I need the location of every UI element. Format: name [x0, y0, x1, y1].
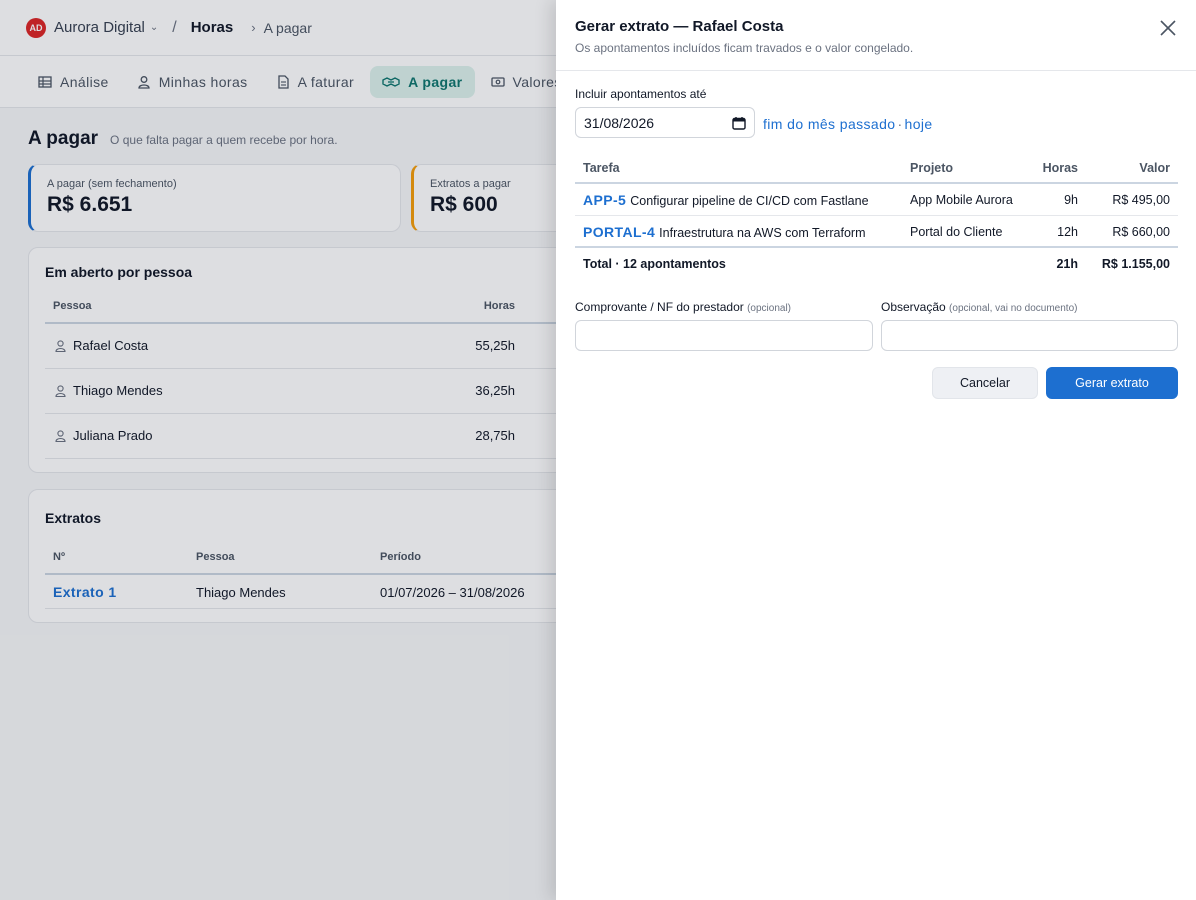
- generate-statement-button[interactable]: Gerar extrato: [1046, 367, 1178, 399]
- close-button[interactable]: [1158, 18, 1178, 38]
- value-cell: R$ 660,00: [1112, 225, 1170, 239]
- receipt-hint: (opcional): [747, 303, 792, 314]
- column-header-hours: Horas: [1042, 161, 1078, 175]
- task-cell: APP-5 Configurar pipeline de CI/CD com Fa…: [583, 184, 869, 217]
- generate-statement-drawer: Gerar extrato — Rafael Costa Os apontame…: [556, 0, 1196, 900]
- entries-table: Tarefa Projeto Horas Valor APP-5 Configur…: [575, 152, 1178, 280]
- table-total-row: Total · 12 apontamentos 21h R$ 1.155,00: [575, 248, 1178, 280]
- notes-label: Observação (opcional, vai no documento): [881, 300, 1077, 314]
- notes-label-text: Observação: [881, 300, 946, 314]
- cancel-button[interactable]: Cancelar: [932, 367, 1038, 399]
- drawer-header: Gerar extrato — Rafael Costa Os apontame…: [556, 0, 1196, 71]
- today-link[interactable]: hoje: [905, 116, 933, 132]
- task-key-link[interactable]: APP-5: [583, 192, 626, 208]
- link-separator: ·: [897, 116, 903, 132]
- calendar-icon[interactable]: [732, 116, 746, 130]
- table-row: APP-5 Configurar pipeline de CI/CD com Fa…: [575, 184, 1178, 216]
- total-value: R$ 1.155,00: [1101, 257, 1170, 271]
- table-header: Tarefa Projeto Horas Valor: [575, 152, 1178, 184]
- project-cell: Portal do Cliente: [910, 225, 1003, 239]
- date-value: 31/08/2026: [584, 114, 655, 131]
- task-cell: PORTAL-4 Infraestrutura na AWS com Terraf…: [583, 216, 866, 249]
- table-row: PORTAL-4 Infraestrutura na AWS com Terraf…: [575, 216, 1178, 248]
- value-cell: R$ 495,00: [1112, 193, 1170, 207]
- total-hours: 21h: [1056, 257, 1078, 271]
- end-of-last-month-link[interactable]: fim do mês passado: [763, 116, 895, 132]
- receipt-label: Comprovante / NF do prestador (opcional): [575, 300, 791, 314]
- column-header-value: Valor: [1139, 161, 1170, 175]
- receipt-input[interactable]: [575, 320, 873, 351]
- column-header-task: Tarefa: [583, 161, 620, 175]
- hours-cell: 9h: [1064, 193, 1078, 207]
- notes-input[interactable]: [881, 320, 1178, 351]
- column-header-project: Projeto: [910, 161, 954, 175]
- total-label: Total · 12 apontamentos: [583, 257, 726, 271]
- task-key-link[interactable]: PORTAL-4: [583, 224, 655, 240]
- project-cell: App Mobile Aurora: [910, 193, 1013, 207]
- close-icon: [1160, 20, 1176, 36]
- drawer-title: Gerar extrato — Rafael Costa: [575, 18, 784, 35]
- receipt-label-text: Comprovante / NF do prestador: [575, 300, 744, 314]
- task-title: Configurar pipeline de CI/CD com Fastlan…: [630, 194, 869, 208]
- notes-hint: (opcional, vai no documento): [949, 303, 1078, 314]
- task-title: Infraestrutura na AWS com Terraform: [659, 226, 866, 240]
- date-shortcuts: fim do mês passado · hoje: [763, 116, 933, 132]
- drawer-subtitle: Os apontamentos incluídos ficam travados…: [575, 41, 914, 55]
- hours-cell: 12h: [1057, 225, 1078, 239]
- date-input[interactable]: 31/08/2026: [575, 107, 755, 138]
- date-label: Incluir apontamentos até: [575, 87, 707, 101]
